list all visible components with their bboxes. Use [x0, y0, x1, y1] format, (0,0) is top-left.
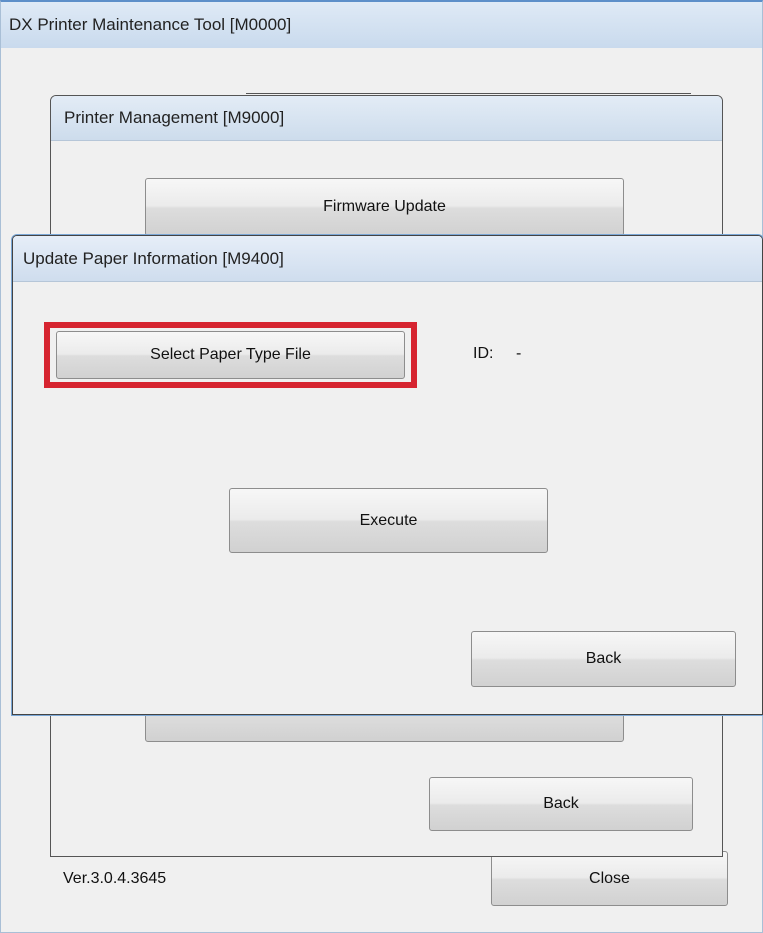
main-window-title: DX Printer Maintenance Tool [M0000]: [9, 15, 292, 34]
update-paper-titlebar[interactable]: Update Paper Information [M9400]: [13, 236, 762, 282]
update-paper-title: Update Paper Information [M9400]: [23, 248, 284, 268]
main-window-titlebar[interactable]: DX Printer Maintenance Tool [M0000]: [1, 2, 762, 48]
back-button[interactable]: Back: [471, 631, 736, 687]
firmware-update-button[interactable]: Firmware Update: [145, 178, 624, 236]
close-button[interactable]: Close: [491, 851, 728, 906]
version-label: Ver.3.0.4.3645: [63, 870, 167, 887]
pm-back-button[interactable]: Back: [429, 777, 693, 831]
window-edge: [246, 93, 691, 98]
printer-management-title: Printer Management [M9000]: [64, 108, 285, 127]
execute-button[interactable]: Execute: [229, 488, 548, 553]
id-value: -: [516, 345, 522, 362]
update-paper-window: Update Paper Information [M9400] Select …: [12, 235, 763, 715]
highlight-box: [44, 322, 417, 388]
id-label: ID:: [473, 345, 494, 362]
printer-management-titlebar[interactable]: Printer Management [M9000]: [51, 96, 722, 141]
